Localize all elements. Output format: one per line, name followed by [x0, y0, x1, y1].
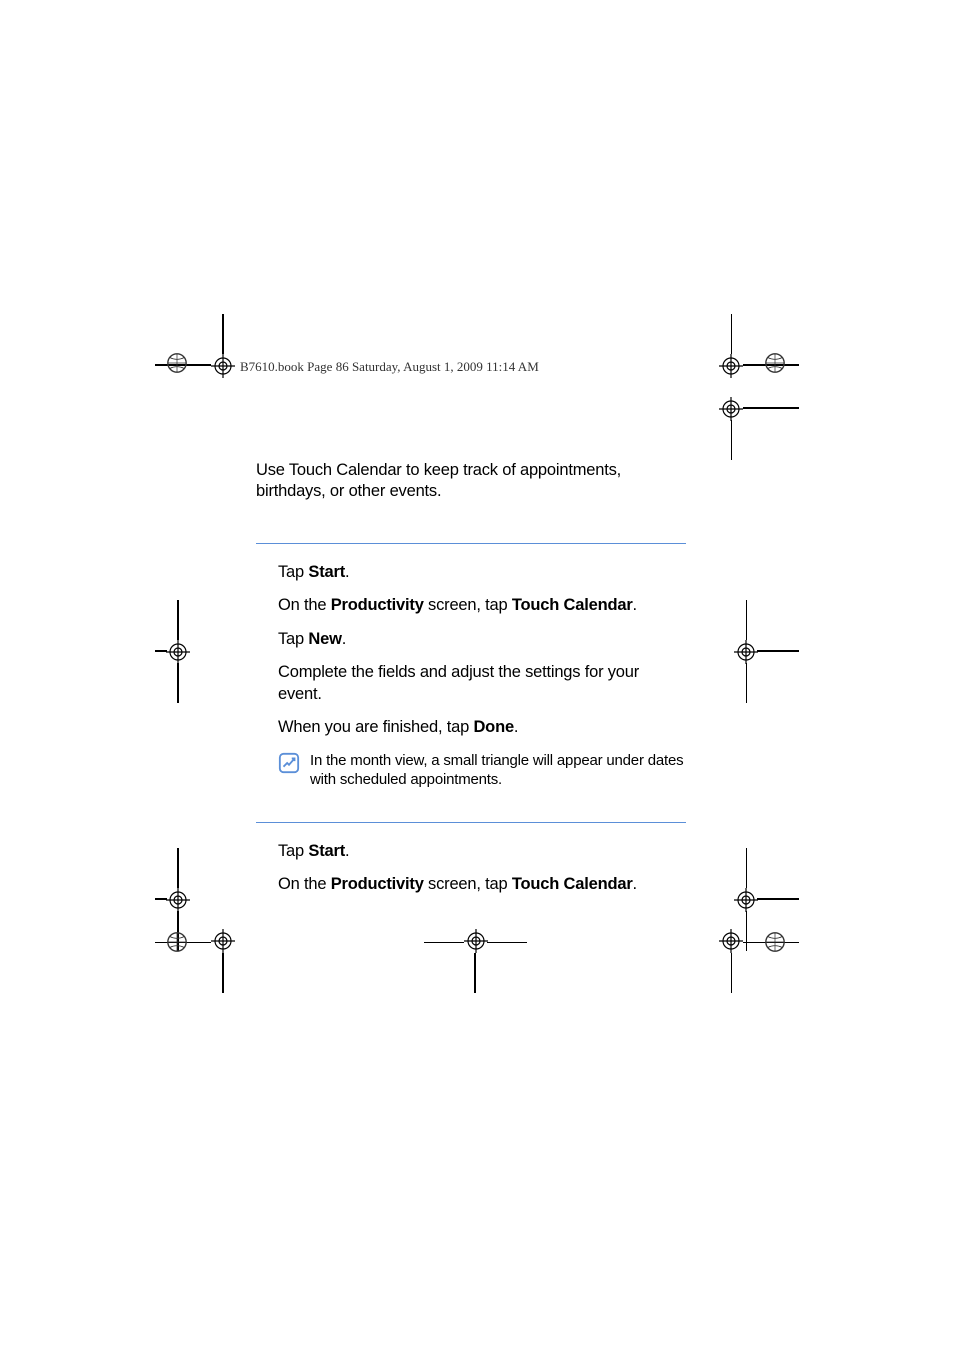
step-text: On the Productivity screen, tap Touch Ca…: [256, 874, 686, 895]
crop-mark-line: [731, 314, 733, 354]
crop-mark-line: [177, 663, 179, 703]
registration-globe-icon: [764, 352, 788, 376]
bold-term: Touch Calendar: [512, 596, 633, 614]
crop-mark-line: [424, 942, 464, 944]
step-text: Tap New.: [256, 629, 686, 650]
registration-globe-icon: [166, 352, 190, 376]
registration-target-icon: [734, 640, 758, 664]
crop-mark-line: [487, 942, 527, 944]
crop-mark-line: [474, 953, 476, 993]
registration-globe-icon: [166, 931, 190, 955]
step-text: Complete the fields and adjust the setti…: [256, 662, 686, 705]
bold-term: Start: [308, 563, 345, 581]
crop-mark-line: [731, 953, 733, 993]
page-content: Use Touch Calendar to keep track of appo…: [256, 460, 686, 907]
step-text: When you are finished, tap Done.: [256, 717, 686, 738]
intro-text: Use Touch Calendar to keep track of appo…: [256, 460, 686, 503]
crop-mark-line: [177, 848, 179, 888]
crop-mark-line: [222, 314, 224, 354]
registration-target-icon: [719, 397, 743, 421]
bold-term: Done: [473, 718, 513, 736]
registration-globe-icon: [764, 931, 788, 955]
registration-target-icon: [719, 929, 743, 953]
crop-mark-line: [746, 663, 748, 703]
crop-mark-line: [222, 953, 224, 993]
note-row: In the month view, a small triangle will…: [256, 751, 686, 790]
crop-mark-line: [757, 650, 799, 652]
step-text: Tap Start.: [256, 841, 686, 862]
bold-term: Touch Calendar: [512, 875, 633, 893]
page-header: B7610.book Page 86 Saturday, August 1, 2…: [240, 359, 539, 375]
registration-target-icon: [211, 929, 235, 953]
crop-mark-line: [746, 600, 748, 640]
registration-target-icon: [464, 929, 488, 953]
registration-target-icon: [719, 354, 743, 378]
registration-target-icon: [734, 888, 758, 912]
crop-mark-line: [746, 848, 748, 888]
note-text: In the month view, a small triangle will…: [310, 751, 686, 790]
crop-mark-line: [731, 420, 733, 460]
crop-mark-line: [746, 911, 748, 951]
note-icon: [278, 752, 300, 774]
step-text: Tap Start.: [256, 562, 686, 583]
registration-target-icon: [211, 354, 235, 378]
crop-mark-line: [743, 407, 799, 409]
bold-term: New: [308, 630, 341, 648]
registration-target-icon: [166, 640, 190, 664]
bold-term: Productivity: [331, 596, 424, 614]
bold-term: Productivity: [331, 875, 424, 893]
section-divider: [256, 543, 686, 544]
registration-target-icon: [166, 888, 190, 912]
section-divider: [256, 822, 686, 823]
crop-mark-line: [177, 600, 179, 640]
crop-mark-line: [757, 898, 799, 900]
bold-term: Start: [308, 842, 345, 860]
step-text: On the Productivity screen, tap Touch Ca…: [256, 595, 686, 616]
